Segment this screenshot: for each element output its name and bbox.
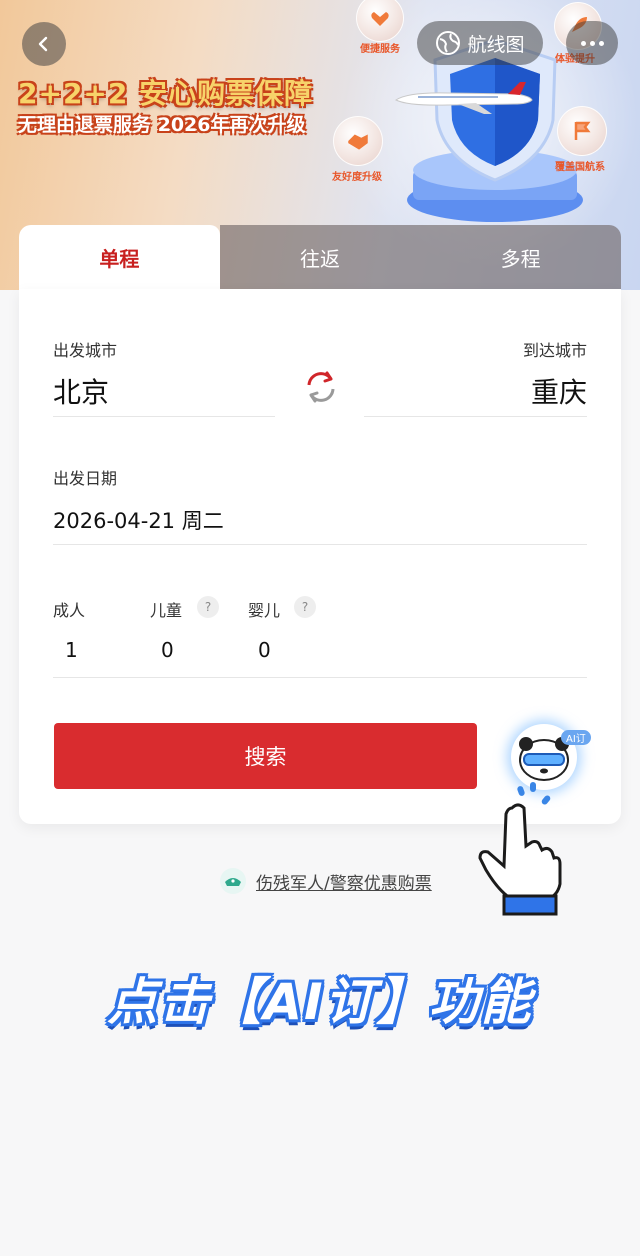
badge-label: 覆盖国航系: [555, 162, 605, 173]
discount-link-text: 伤残军人/警察优惠购票: [256, 873, 432, 894]
route-map-label: 航线图: [467, 33, 525, 56]
pointing-hand-icon: [478, 803, 562, 916]
arrive-city[interactable]: 重庆: [531, 371, 587, 411]
handshake-icon: [348, 134, 368, 150]
passenger-underline: [53, 677, 587, 678]
depart-city[interactable]: 北京: [53, 371, 109, 411]
tab-one-way[interactable]: 单程: [19, 225, 220, 290]
flag-icon: [574, 121, 591, 140]
globe-icon: [436, 31, 461, 55]
arrive-city-underline: [364, 416, 587, 417]
hands-icon: [371, 12, 389, 26]
tab-multi-city[interactable]: 多程: [420, 225, 621, 290]
more-menu-button[interactable]: [566, 21, 618, 65]
search-button[interactable]: 搜索: [54, 723, 477, 789]
depart-date-value[interactable]: 2026-04-21 周二: [53, 505, 224, 535]
promo-subtitle: 无理由退票服务 2026年再次升级: [18, 114, 306, 136]
badge-label: 便捷服务: [360, 44, 400, 55]
back-button[interactable]: [22, 22, 66, 66]
badge-air-china-coverage: [557, 106, 607, 156]
police-cap-icon: [220, 868, 246, 894]
military-police-discount-link[interactable]: 伤残军人/警察优惠购票: [220, 868, 432, 894]
badge-label: 友好度升级: [332, 172, 382, 183]
cta-caption: 点击【AI订】功能: [107, 973, 533, 1031]
arrive-city-label: 到达城市: [522, 341, 587, 360]
infant-count[interactable]: 0: [258, 638, 271, 662]
adult-label: 成人: [53, 601, 86, 620]
child-count[interactable]: 0: [161, 638, 174, 662]
infant-help-icon[interactable]: ?: [294, 596, 316, 618]
ai-booking-tag: AI订: [561, 730, 591, 745]
trip-type-tabs: 单程 往返 多程: [19, 225, 621, 290]
child-label: 儿童: [150, 601, 183, 620]
more-dots-icon: [580, 40, 604, 46]
infant-label: 婴儿: [248, 601, 281, 620]
swap-cities-icon[interactable]: [301, 367, 341, 407]
airplane-illustration: [395, 82, 533, 114]
child-help-icon[interactable]: ?: [197, 596, 219, 618]
route-map-button[interactable]: 航线图: [417, 21, 543, 65]
depart-date-label: 出发日期: [53, 469, 118, 488]
depart-city-underline: [53, 416, 275, 417]
adult-count[interactable]: 1: [65, 638, 78, 662]
back-arrow-icon: [38, 36, 48, 52]
depart-city-label: 出发城市: [53, 341, 118, 360]
tab-round-trip[interactable]: 往返: [219, 225, 421, 290]
date-underline: [53, 544, 587, 545]
tap-spark: [530, 782, 536, 792]
promo-title: 2+2+2 安心购票保障: [18, 77, 314, 110]
badge-friendliness-upgrade: [333, 116, 383, 166]
